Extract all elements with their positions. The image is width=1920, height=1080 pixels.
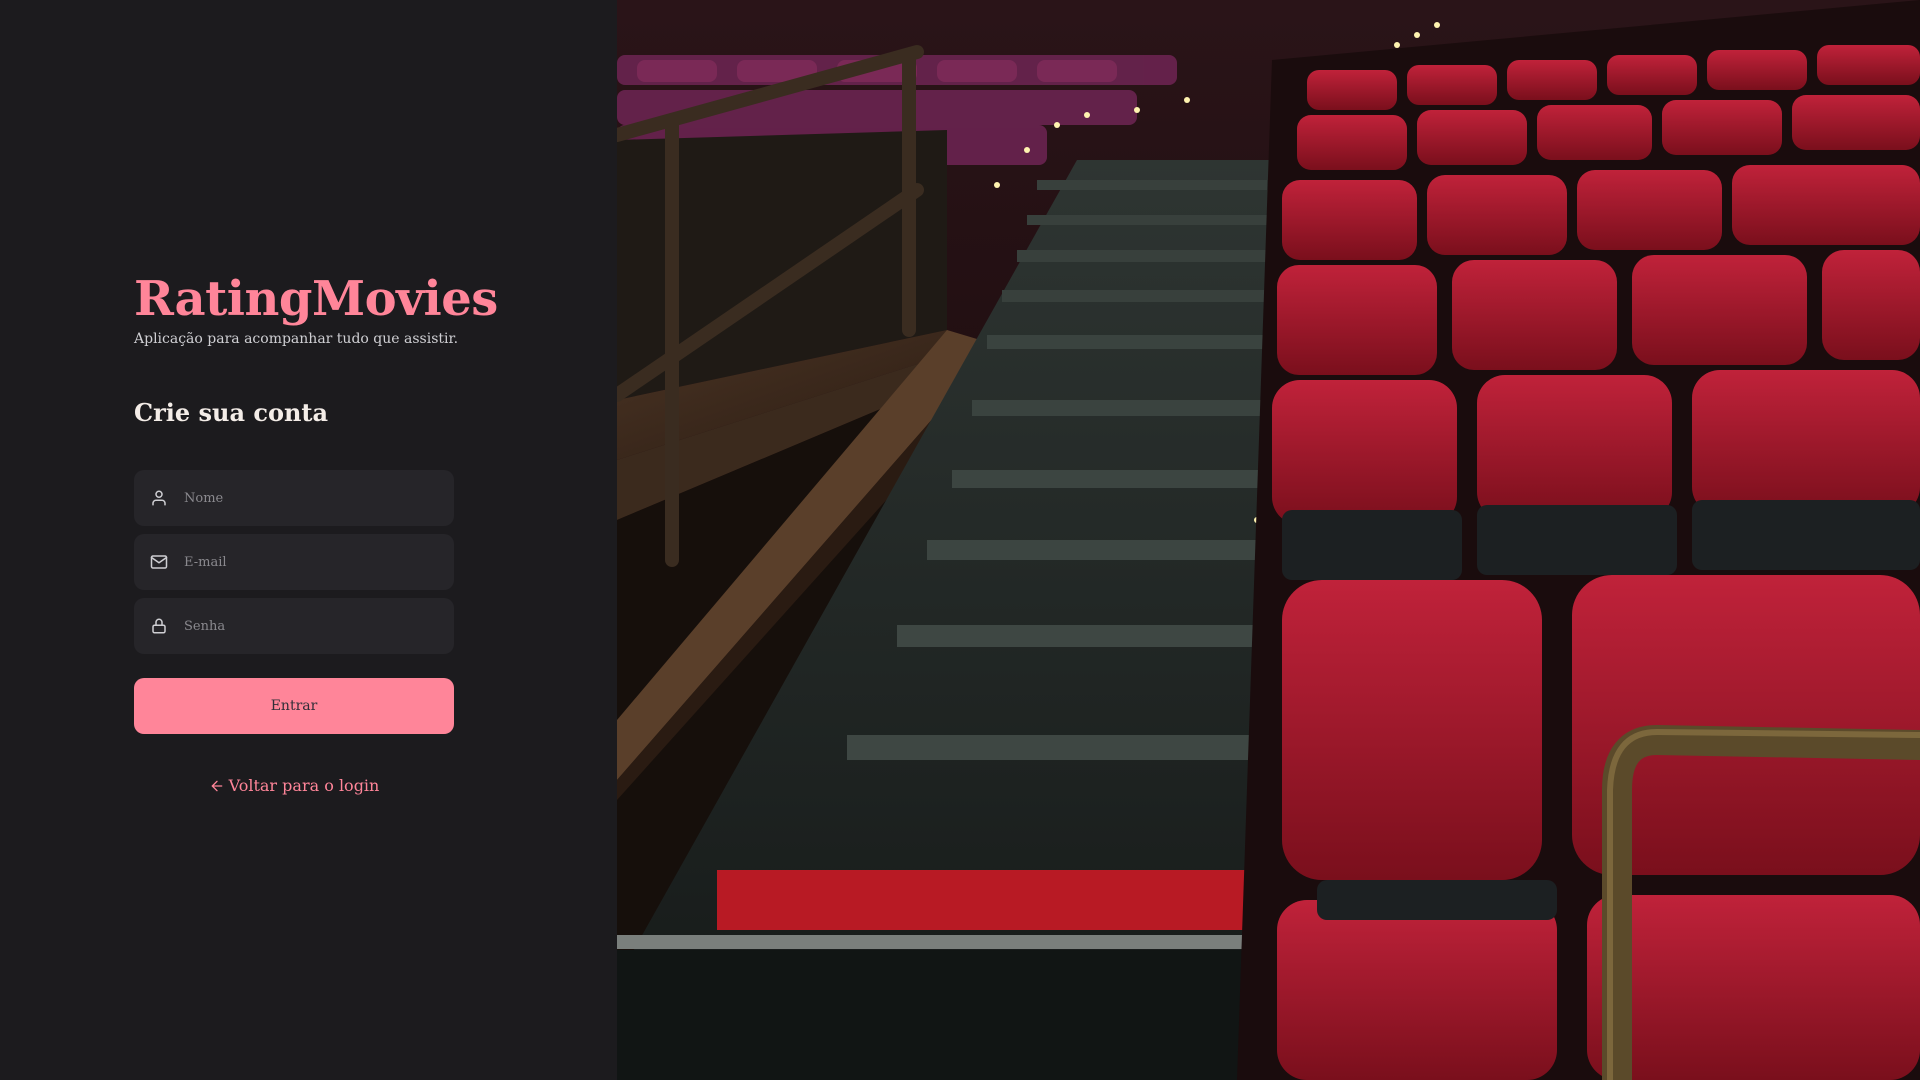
- password-field[interactable]: [134, 597, 454, 655]
- form-title: Crie sua conta: [134, 398, 329, 427]
- email-field[interactable]: [134, 533, 454, 591]
- back-to-login-link[interactable]: Voltar para o login: [134, 776, 454, 795]
- password-input[interactable]: [182, 597, 454, 655]
- brand-title: RatingMovies: [134, 271, 498, 327]
- back-to-login-label: Voltar para o login: [228, 776, 380, 795]
- cinema-scene: [617, 0, 1920, 1080]
- lock-icon: [150, 617, 168, 635]
- submit-button[interactable]: Entrar: [134, 678, 454, 734]
- mail-icon: [150, 553, 168, 571]
- signup-panel: RatingMovies Aplicação para acompanhar t…: [0, 0, 617, 1080]
- name-field[interactable]: [134, 469, 454, 527]
- arrow-left-icon: [209, 778, 225, 794]
- signup-page: RatingMovies Aplicação para acompanhar t…: [0, 0, 1920, 1080]
- form-fields: [134, 469, 454, 655]
- cinema-background-image: [617, 0, 1920, 1080]
- signup-form: RatingMovies Aplicação para acompanhar t…: [134, 268, 498, 795]
- brand-tagline: Aplicação para acompanhar tudo que assis…: [134, 331, 459, 347]
- user-icon: [150, 489, 168, 507]
- email-input[interactable]: [182, 533, 454, 591]
- name-input[interactable]: [182, 469, 454, 527]
